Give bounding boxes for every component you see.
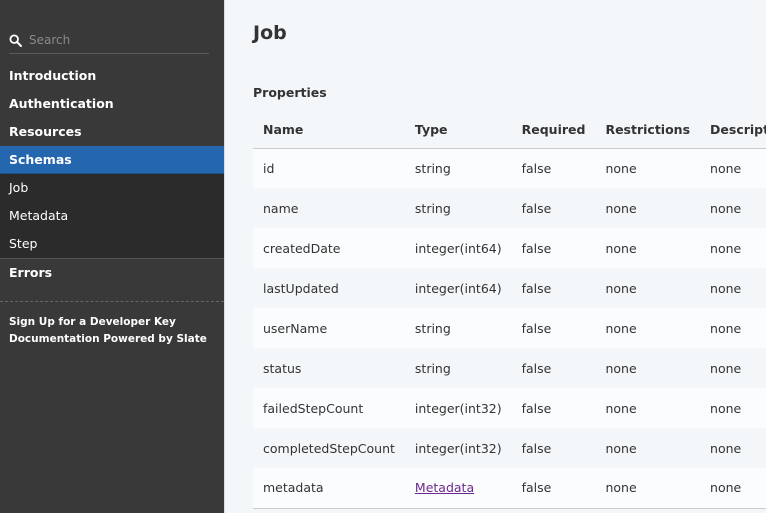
cell-type: integer(int32) — [414, 400, 502, 416]
cell-description: none — [710, 200, 742, 216]
toc-item-introduction[interactable]: Introduction — [0, 62, 224, 90]
cell-restrictions: none — [605, 240, 637, 256]
cell-description: none — [710, 160, 742, 176]
cell-restrictions: none — [605, 320, 637, 336]
cell-required: false — [521, 440, 552, 456]
table-row: createdDate integer(int64) false none no… — [253, 228, 766, 268]
cell-restrictions: none — [605, 360, 637, 376]
cell-description: none — [710, 320, 742, 336]
search-input[interactable] — [29, 30, 207, 50]
toc-item-resources[interactable]: Resources — [0, 118, 224, 146]
metadata-schema-link[interactable]: Metadata — [415, 480, 474, 495]
search-box — [9, 28, 209, 54]
table-of-contents: Introduction Authentication Resources Sc… — [0, 62, 224, 287]
column-header-type: Type — [404, 112, 512, 149]
cell-description: none — [710, 280, 742, 296]
cell-type: integer(int32) — [414, 440, 502, 456]
logo-text-green: EV — [28, 0, 80, 8]
cell-type: string — [414, 320, 451, 336]
cell-required: false — [521, 160, 552, 176]
cell-type: integer(int64) — [414, 280, 502, 296]
cell-description: none — [710, 480, 742, 496]
cell-required: false — [521, 480, 552, 496]
page-title: Job — [253, 22, 287, 44]
cell-type: integer(int64) — [414, 240, 502, 256]
toc-sublist-schemas: Job Metadata Step — [0, 174, 224, 259]
table-row: name string false none none — [253, 188, 766, 228]
sidebar: EVond Introduction Authentication Resour… — [0, 0, 224, 513]
signup-link[interactable]: Sign Up for a Developer Key — [9, 314, 207, 331]
cell-restrictions: none — [605, 400, 637, 416]
table-row: completedStepCount integer(int32) false … — [253, 428, 766, 468]
main-content: Job Properties Name Type Required Restri… — [224, 0, 766, 513]
toc-item-errors[interactable]: Errors — [0, 259, 224, 287]
cell-type: Metadata — [405, 468, 512, 508]
toc-subitem-step[interactable]: Step — [0, 230, 224, 258]
column-header-restrictions: Restrictions — [595, 112, 701, 149]
sidebar-divider — [0, 301, 224, 302]
column-header-name: Name — [253, 112, 405, 149]
properties-table: Name Type Required Restrictions Descript… — [253, 112, 766, 509]
cell-required: false — [521, 400, 552, 416]
table-row: id string false none none — [253, 148, 766, 188]
cell-restrictions: none — [605, 440, 637, 456]
cell-required: false — [521, 360, 552, 376]
sidebar-footer: Sign Up for a Developer Key Documentatio… — [9, 314, 207, 348]
cell-name: id — [263, 160, 275, 176]
toc-item-authentication[interactable]: Authentication — [0, 90, 224, 118]
cell-description: none — [710, 440, 742, 456]
column-header-required: Required — [511, 112, 596, 149]
cell-required: false — [521, 200, 552, 216]
cell-name: name — [263, 200, 299, 216]
column-header-description: Description — [700, 112, 766, 149]
cell-required: false — [521, 240, 552, 256]
cell-required: false — [521, 320, 552, 336]
table-header-row: Name Type Required Restrictions Descript… — [253, 112, 766, 149]
toc-item-schemas[interactable]: Schemas — [0, 146, 224, 174]
cell-description: none — [710, 240, 742, 256]
cell-restrictions: none — [605, 200, 637, 216]
logo-text-dark: ond — [80, 0, 156, 8]
cell-type: string — [414, 200, 451, 216]
cell-name: completedStepCount — [263, 440, 395, 456]
cell-description: none — [710, 360, 742, 376]
logo[interactable]: EVond — [28, 0, 157, 6]
cell-type: string — [414, 160, 451, 176]
cell-description: none — [710, 400, 742, 416]
cell-name: lastUpdated — [263, 280, 339, 296]
toc-subitem-metadata[interactable]: Metadata — [0, 202, 224, 230]
cell-required: false — [521, 280, 552, 296]
table-row: userName string false none none — [253, 308, 766, 348]
table-row: metadata Metadata false none none — [253, 468, 766, 508]
cell-restrictions: none — [605, 160, 637, 176]
search-icon — [9, 34, 22, 47]
cell-name: createdDate — [263, 240, 341, 256]
cell-name: failedStepCount — [263, 400, 364, 416]
cell-name: metadata — [263, 480, 324, 496]
table-row: status string false none none — [253, 348, 766, 388]
cell-name: userName — [263, 320, 328, 336]
cell-restrictions: none — [605, 480, 637, 496]
table-row: lastUpdated integer(int64) false none no… — [253, 268, 766, 308]
cell-type: string — [414, 360, 451, 376]
toc-subitem-job[interactable]: Job — [0, 174, 224, 202]
slate-link[interactable]: Documentation Powered by Slate — [9, 331, 207, 348]
cell-restrictions: none — [605, 280, 637, 296]
table-row: failedStepCount integer(int32) false non… — [253, 388, 766, 428]
cell-name: status — [263, 360, 302, 376]
section-title: Properties — [253, 85, 327, 100]
